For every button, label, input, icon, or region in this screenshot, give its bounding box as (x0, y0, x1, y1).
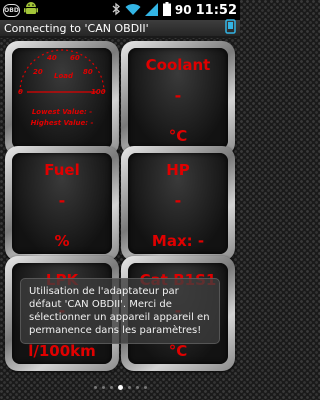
gauge-unit: l/100km (28, 342, 96, 360)
page-dot[interactable] (93, 386, 97, 389)
page-dot[interactable] (109, 386, 113, 389)
page-indicator (0, 385, 240, 390)
gauge-value: - (58, 191, 66, 210)
gauge-label: HP (166, 161, 190, 179)
gauge-unit: °C (168, 342, 188, 360)
page-dot[interactable] (143, 386, 147, 389)
android-debug-icon (24, 1, 38, 20)
gauge-load[interactable]: 0 20 40 60 80 100 Load Lowest Value: - H… (5, 41, 119, 156)
gauge-fuel-face: Fuel - % (12, 153, 112, 254)
dial-tick-label: 80 (83, 68, 93, 76)
page-dot[interactable] (135, 386, 139, 389)
obd-app-icon: OBD (3, 3, 20, 17)
status-bar: OBD 90 11:52 (0, 0, 240, 20)
toast-message: Utilisation de l'adaptateur par défaut '… (20, 278, 220, 344)
dial-tick-label: 0 (18, 88, 23, 96)
wifi-icon (125, 1, 141, 20)
lowest-value-label: Lowest Value: - (31, 108, 93, 116)
page-dot[interactable] (127, 386, 131, 389)
bluetooth-icon (112, 1, 121, 20)
load-dial-scale: 0 20 40 60 80 100 Load (18, 49, 106, 96)
gauge-load-face: 0 20 40 60 80 100 Load Lowest Value: - H… (12, 48, 112, 149)
gauge-value: - (174, 86, 182, 105)
gauge-label: Fuel (44, 161, 80, 179)
gauge-hp[interactable]: HP - Max: - (121, 146, 235, 261)
title-bar: Connecting to 'CAN OBDII' (0, 18, 240, 38)
gauge-hp-face: HP - Max: - (128, 153, 228, 254)
gauge-coolant-face: Coolant - °C (128, 48, 228, 149)
gauge-label: Coolant (145, 56, 211, 74)
page-dot[interactable] (117, 385, 123, 390)
gauge-value: - (174, 191, 182, 210)
gauge-fuel[interactable]: Fuel - % (5, 146, 119, 261)
dial-tick-label: 20 (33, 68, 43, 76)
highest-value-label: Highest Value: - (30, 119, 94, 127)
dial-label: Load (54, 72, 74, 80)
gauge-unit: % (54, 232, 70, 250)
connection-status-title: Connecting to 'CAN OBDII' (4, 21, 149, 35)
clock: 11:52 (195, 2, 237, 18)
tablet-icon[interactable] (225, 18, 236, 38)
dial-tick-label: 100 (91, 88, 106, 96)
battery-percent: 90 (174, 3, 192, 17)
battery-icon (162, 1, 171, 20)
signal-icon (144, 1, 159, 20)
gauge-coolant[interactable]: Coolant - °C (121, 41, 235, 156)
page-dot[interactable] (101, 386, 105, 389)
dial-tick-label: 60 (70, 54, 80, 62)
gauge-unit: °C (168, 127, 188, 145)
gauge-unit: Max: - (151, 232, 205, 250)
dial-tick-label: 40 (47, 54, 57, 62)
